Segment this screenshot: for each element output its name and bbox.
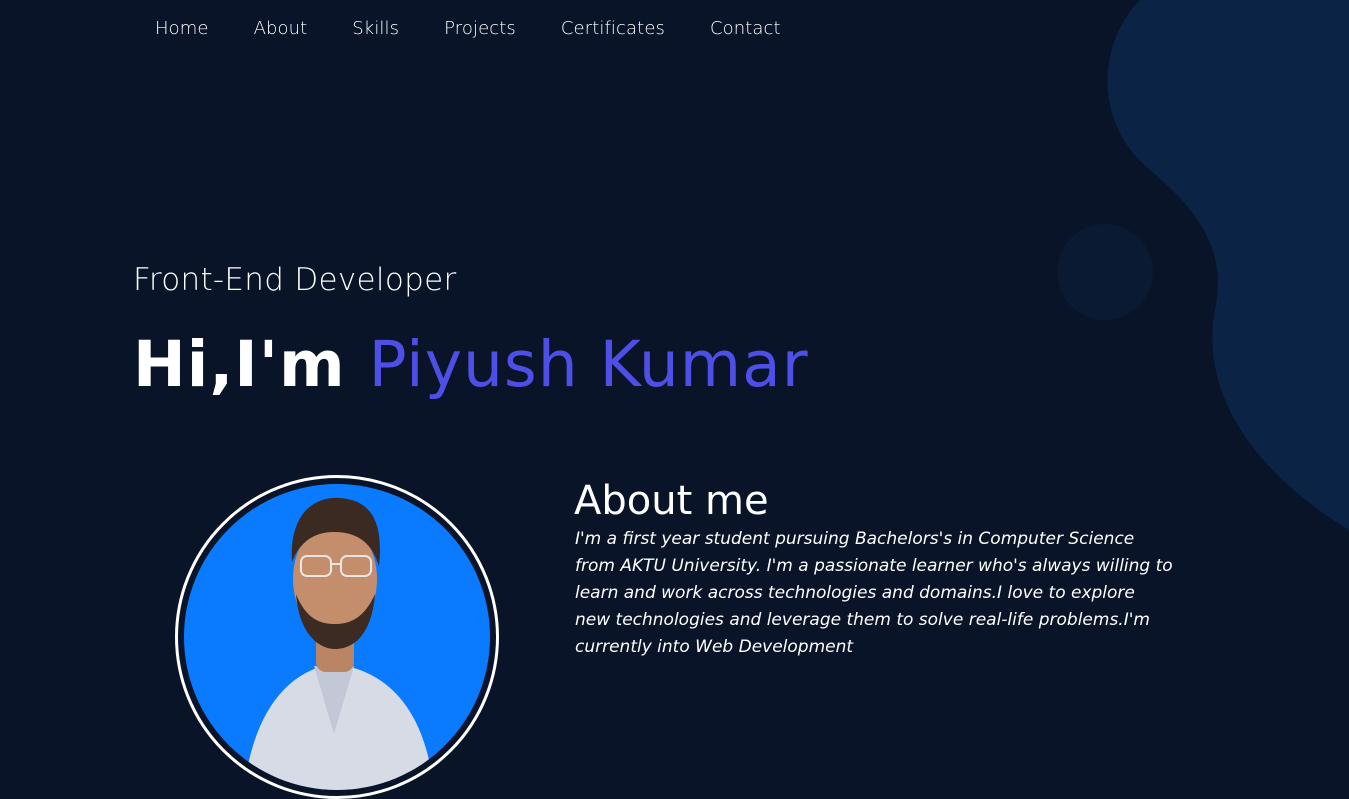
profile-photo (244, 497, 434, 790)
top-nav: Home About Skills Projects Certificates … (0, 0, 1349, 60)
nav-link-about[interactable]: About (254, 18, 308, 39)
nav-link-home[interactable]: Home (155, 18, 209, 39)
avatar-frame (175, 475, 499, 799)
nav-item-certificates: Certificates (561, 18, 665, 39)
hero-name: Piyush Kumar (368, 328, 809, 401)
nav-item-contact: Contact (710, 18, 781, 39)
nav-item-home: Home (155, 18, 209, 39)
nav-item-about: About (254, 18, 308, 39)
nav-item-skills: Skills (352, 18, 399, 39)
nav-link-contact[interactable]: Contact (710, 18, 781, 39)
nav-link-projects[interactable]: Projects (444, 18, 516, 39)
nav-item-projects: Projects (444, 18, 516, 39)
nav-list: Home About Skills Projects Certificates … (155, 18, 826, 39)
nav-link-skills[interactable]: Skills (352, 18, 399, 39)
hero-role: Front-End Developer (133, 262, 457, 298)
about-title: About me (574, 478, 769, 524)
hero-headline: Hi,I'm Piyush Kumar (133, 328, 809, 401)
about-text: I'm a first year student pursuing Bachel… (575, 529, 1173, 657)
nav-link-certificates[interactable]: Certificates (561, 18, 665, 39)
avatar (184, 484, 490, 790)
hero-greeting: Hi,I'm (133, 328, 346, 401)
